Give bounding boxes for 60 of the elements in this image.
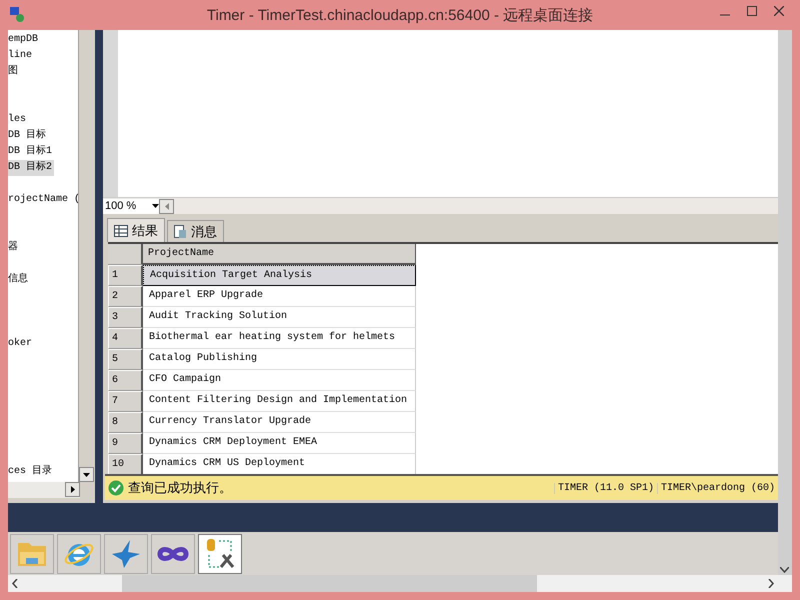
table-cell: Apparel ERP Upgrade bbox=[143, 286, 416, 307]
grid-corner bbox=[108, 244, 143, 265]
zoom-dropdown[interactable]: 100 % bbox=[103, 198, 159, 214]
row-header[interactable]: 7 bbox=[108, 391, 143, 412]
row-header[interactable]: 9 bbox=[108, 433, 143, 454]
tree-item[interactable]: DB 目标1 bbox=[8, 144, 54, 160]
table-cell: Acquisition Target Analysis bbox=[143, 265, 416, 286]
table-cell: Currency Translator Upgrade bbox=[143, 412, 416, 433]
success-icon bbox=[108, 480, 124, 496]
horizontal-scrollbar[interactable] bbox=[8, 575, 792, 592]
scrollbar[interactable] bbox=[778, 30, 792, 575]
tree-item[interactable]: 器 bbox=[8, 240, 20, 256]
tree-item[interactable]: DB 目标2 bbox=[8, 160, 54, 176]
tree-item[interactable]: empDB bbox=[8, 32, 40, 48]
row-header[interactable]: 5 bbox=[108, 349, 143, 370]
tree-item[interactable]: 图 bbox=[8, 64, 20, 80]
caret-right-icon bbox=[70, 486, 74, 493]
tab[interactable]: 结果 bbox=[107, 218, 165, 242]
row-header[interactable]: 6 bbox=[108, 370, 143, 391]
scroll-right-icon bbox=[768, 579, 774, 588]
tree-item[interactable]: 信息 bbox=[8, 272, 30, 288]
caret-down-icon bbox=[83, 472, 90, 476]
table-cell: Biothermal ear heating system for helmets bbox=[143, 328, 416, 349]
row-header[interactable]: 4 bbox=[108, 328, 143, 349]
row-header[interactable]: 8 bbox=[108, 412, 143, 433]
taskbar-button[interactable] bbox=[198, 534, 242, 574]
table-cell: Content Filtering Design and Implementation bbox=[143, 391, 416, 412]
table-cell: Dynamics CRM Deployment EMEA bbox=[143, 433, 416, 454]
window-title: Timer - TimerTest.chinacloudapp.cn:56400 - 远程桌面连接 bbox=[206, 6, 594, 24]
scroll-left-button[interactable] bbox=[159, 198, 174, 214]
caret-left-icon bbox=[164, 202, 168, 210]
tree-item[interactable]: les bbox=[8, 112, 28, 128]
scrollbar[interactable] bbox=[78, 30, 94, 482]
scroll-right-button[interactable] bbox=[65, 482, 80, 497]
tree-item[interactable]: DB 目标 bbox=[8, 128, 48, 144]
server-version: TIMER (11.0 SP1) bbox=[554, 482, 657, 494]
row-header[interactable]: 10 bbox=[108, 454, 143, 474]
tree-item[interactable]: rojectName ( bbox=[8, 192, 78, 208]
table-cell: Catalog Publishing bbox=[143, 349, 416, 370]
close-icon bbox=[774, 6, 784, 16]
minimize-icon bbox=[720, 14, 730, 16]
scroll-down-icon bbox=[780, 567, 789, 573]
table-cell: CFO Campaign bbox=[143, 370, 416, 391]
tree-item[interactable]: oker bbox=[8, 336, 34, 352]
tab[interactable]: 消息 bbox=[167, 220, 224, 242]
caret-down-icon bbox=[152, 204, 159, 208]
scroll-left-icon bbox=[12, 579, 18, 588]
scroll-down-button[interactable] bbox=[79, 467, 94, 482]
row-header[interactable]: 2 bbox=[108, 286, 143, 307]
row-header[interactable]: 3 bbox=[108, 307, 143, 328]
maximize-icon bbox=[746, 6, 756, 16]
column-header[interactable]: ProjectName bbox=[143, 244, 416, 265]
row-header[interactable]: 1 bbox=[108, 265, 143, 286]
taskbar-button[interactable] bbox=[151, 534, 195, 574]
table-cell: Audit Tracking Solution bbox=[143, 307, 416, 328]
grid-icon bbox=[114, 224, 128, 236]
status-message: 查询已成功执行。 bbox=[128, 480, 233, 497]
tree-item[interactable]: line bbox=[8, 48, 34, 64]
document-icon bbox=[174, 224, 187, 238]
tree-item[interactable]: ces 目录 bbox=[8, 464, 54, 480]
